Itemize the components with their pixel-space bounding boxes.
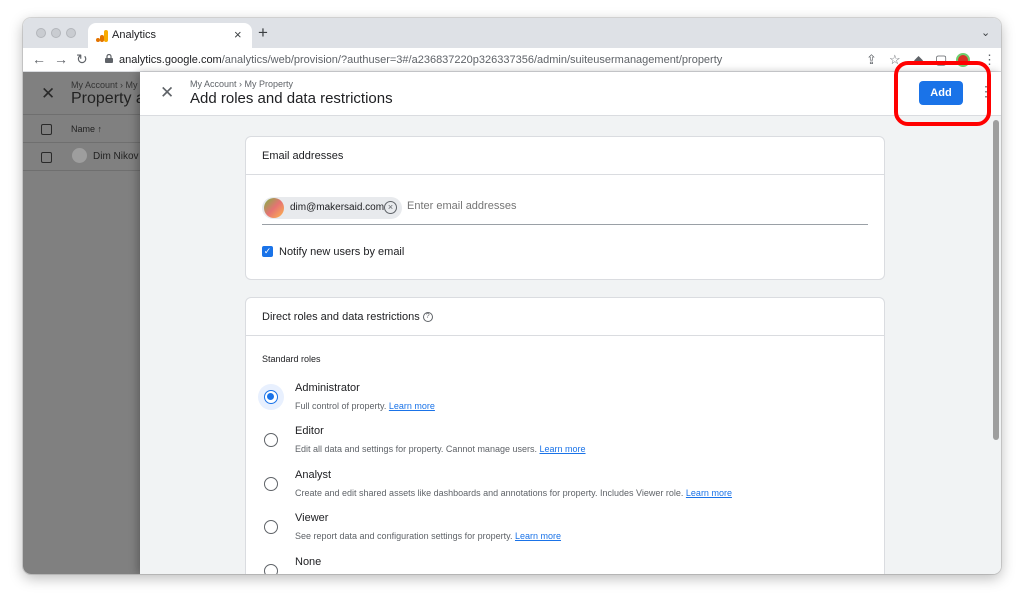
standard-roles-label: Standard roles	[262, 354, 321, 364]
page-content: ✕ My Account › My P Property a Name ↑ Di…	[23, 72, 1001, 574]
side-panel-icon[interactable]: ▢	[935, 52, 947, 68]
browser-tab[interactable]: Analytics ×	[88, 23, 252, 48]
reload-icon[interactable]: ↻	[76, 51, 88, 68]
learn-more-link[interactable]: Learn more	[686, 488, 732, 498]
tab-title: Analytics	[112, 29, 157, 41]
share-icon[interactable]: ⇪	[866, 52, 877, 68]
user-name: Dim Nikov	[93, 151, 139, 162]
learn-more-link[interactable]: Learn more	[389, 401, 435, 411]
roles-card-heading: Direct roles and data restrictions?	[246, 298, 884, 336]
radio-editor[interactable]	[264, 433, 278, 447]
minimize-window-dot[interactable]	[51, 28, 61, 38]
page-title: Property a	[71, 90, 145, 107]
address-bar[interactable]: analytics.google.com/analytics/web/provi…	[97, 49, 947, 71]
role-option-administrator[interactable]: Administrator Full control of property. …	[262, 382, 862, 422]
remove-chip-icon[interactable]: ×	[384, 201, 397, 214]
role-name: Analyst	[295, 469, 332, 481]
add-roles-drawer: ✕ My Account › My Property Add roles and…	[140, 72, 1001, 574]
role-desc: See report data and configuration settin…	[295, 531, 561, 541]
role-desc: Create and edit shared assets like dashb…	[295, 488, 732, 498]
radio-viewer[interactable]	[264, 520, 278, 534]
scrollbar[interactable]	[993, 120, 999, 440]
forward-icon[interactable]: →	[54, 51, 68, 67]
roles-card: Direct roles and data restrictions? Stan…	[245, 297, 885, 574]
role-name: Viewer	[295, 512, 329, 524]
email-chip: dim@makersaid.com ×	[262, 197, 402, 219]
role-desc-text: See report data and configuration settin…	[295, 531, 513, 541]
roles-heading-text: Direct roles and data restrictions	[262, 311, 420, 323]
radio-none[interactable]	[264, 564, 278, 574]
role-option-viewer[interactable]: Viewer See report data and configuration…	[262, 512, 862, 552]
url-path: /analytics/web/provision/?authuser=3#/a2…	[221, 54, 723, 66]
extensions-icon[interactable]: ⬥	[914, 52, 923, 68]
learn-more-link[interactable]: Learn more	[540, 444, 586, 454]
input-underline	[262, 224, 868, 225]
role-desc-text: Full control of property.	[295, 401, 387, 411]
role-desc-text: Edit all data and settings for property.…	[295, 444, 537, 454]
role-desc-text: Create and edit shared assets like dashb…	[295, 488, 684, 498]
browser-window: Analytics × + ⌄ ← → ↻ analytics.google.c…	[23, 18, 1001, 574]
notify-checkbox[interactable]: ✓	[262, 246, 273, 257]
avatar	[72, 148, 87, 163]
chevron-down-icon[interactable]: ⌄	[981, 26, 990, 39]
role-desc: Edit all data and settings for property.…	[295, 444, 586, 454]
role-name: None	[295, 556, 322, 568]
breadcrumb: My Account › My P	[71, 80, 147, 90]
email-card-heading: Email addresses	[246, 137, 884, 175]
profile-avatar[interactable]	[956, 53, 970, 67]
role-desc: Full control of property. Learn more	[295, 401, 435, 411]
learn-more-link[interactable]: Learn more	[515, 531, 561, 541]
lock-icon	[105, 54, 113, 63]
drawer-header: ✕ My Account › My Property Add roles and…	[140, 72, 1001, 116]
analytics-logo-icon	[96, 30, 108, 42]
name-column-header: Name ↑	[71, 124, 103, 134]
tab-close-icon[interactable]: ×	[234, 27, 242, 42]
role-option-editor[interactable]: Editor Edit all data and settings for pr…	[262, 425, 862, 465]
drawer-title: Add roles and data restrictions	[190, 90, 393, 107]
close-icon: ✕	[41, 84, 56, 103]
avatar	[264, 198, 284, 218]
email-card: Email addresses dim@makersaid.com × ✓ No…	[245, 136, 885, 280]
notify-label: Notify new users by email	[279, 246, 405, 258]
url-host: analytics.google.com	[119, 54, 222, 66]
url-text: analytics.google.com/analytics/web/provi…	[119, 54, 722, 66]
back-icon[interactable]: ←	[32, 51, 46, 67]
role-name: Editor	[295, 425, 324, 437]
breadcrumb: My Account › My Property	[190, 79, 294, 89]
radio-analyst[interactable]	[264, 477, 278, 491]
row-checkbox	[41, 152, 52, 163]
browser-toolbar: ← → ↻ analytics.google.com/analytics/web…	[23, 48, 1001, 72]
email-input[interactable]	[407, 200, 707, 212]
chip-email: dim@makersaid.com	[290, 202, 385, 213]
role-option-analyst[interactable]: Analyst Create and edit shared assets li…	[262, 469, 862, 509]
browser-menu-icon[interactable]: ⋮	[983, 52, 996, 68]
more-vert-icon[interactable]: ⋮	[979, 84, 993, 98]
tab-strip: Analytics × + ⌄	[23, 18, 1001, 48]
help-icon[interactable]: ?	[422, 312, 433, 323]
new-tab-button[interactable]: +	[258, 23, 268, 43]
zoom-window-dot[interactable]	[66, 28, 76, 38]
radio-administrator[interactable]	[264, 390, 278, 404]
close-icon[interactable]: ✕	[160, 83, 174, 103]
add-button[interactable]: Add	[919, 81, 963, 105]
bookmark-star-icon[interactable]: ☆	[889, 52, 901, 68]
close-window-dot[interactable]	[36, 28, 46, 38]
role-option-none[interactable]: None	[262, 556, 862, 574]
role-name: Administrator	[295, 382, 360, 394]
select-all-checkbox	[41, 124, 52, 135]
